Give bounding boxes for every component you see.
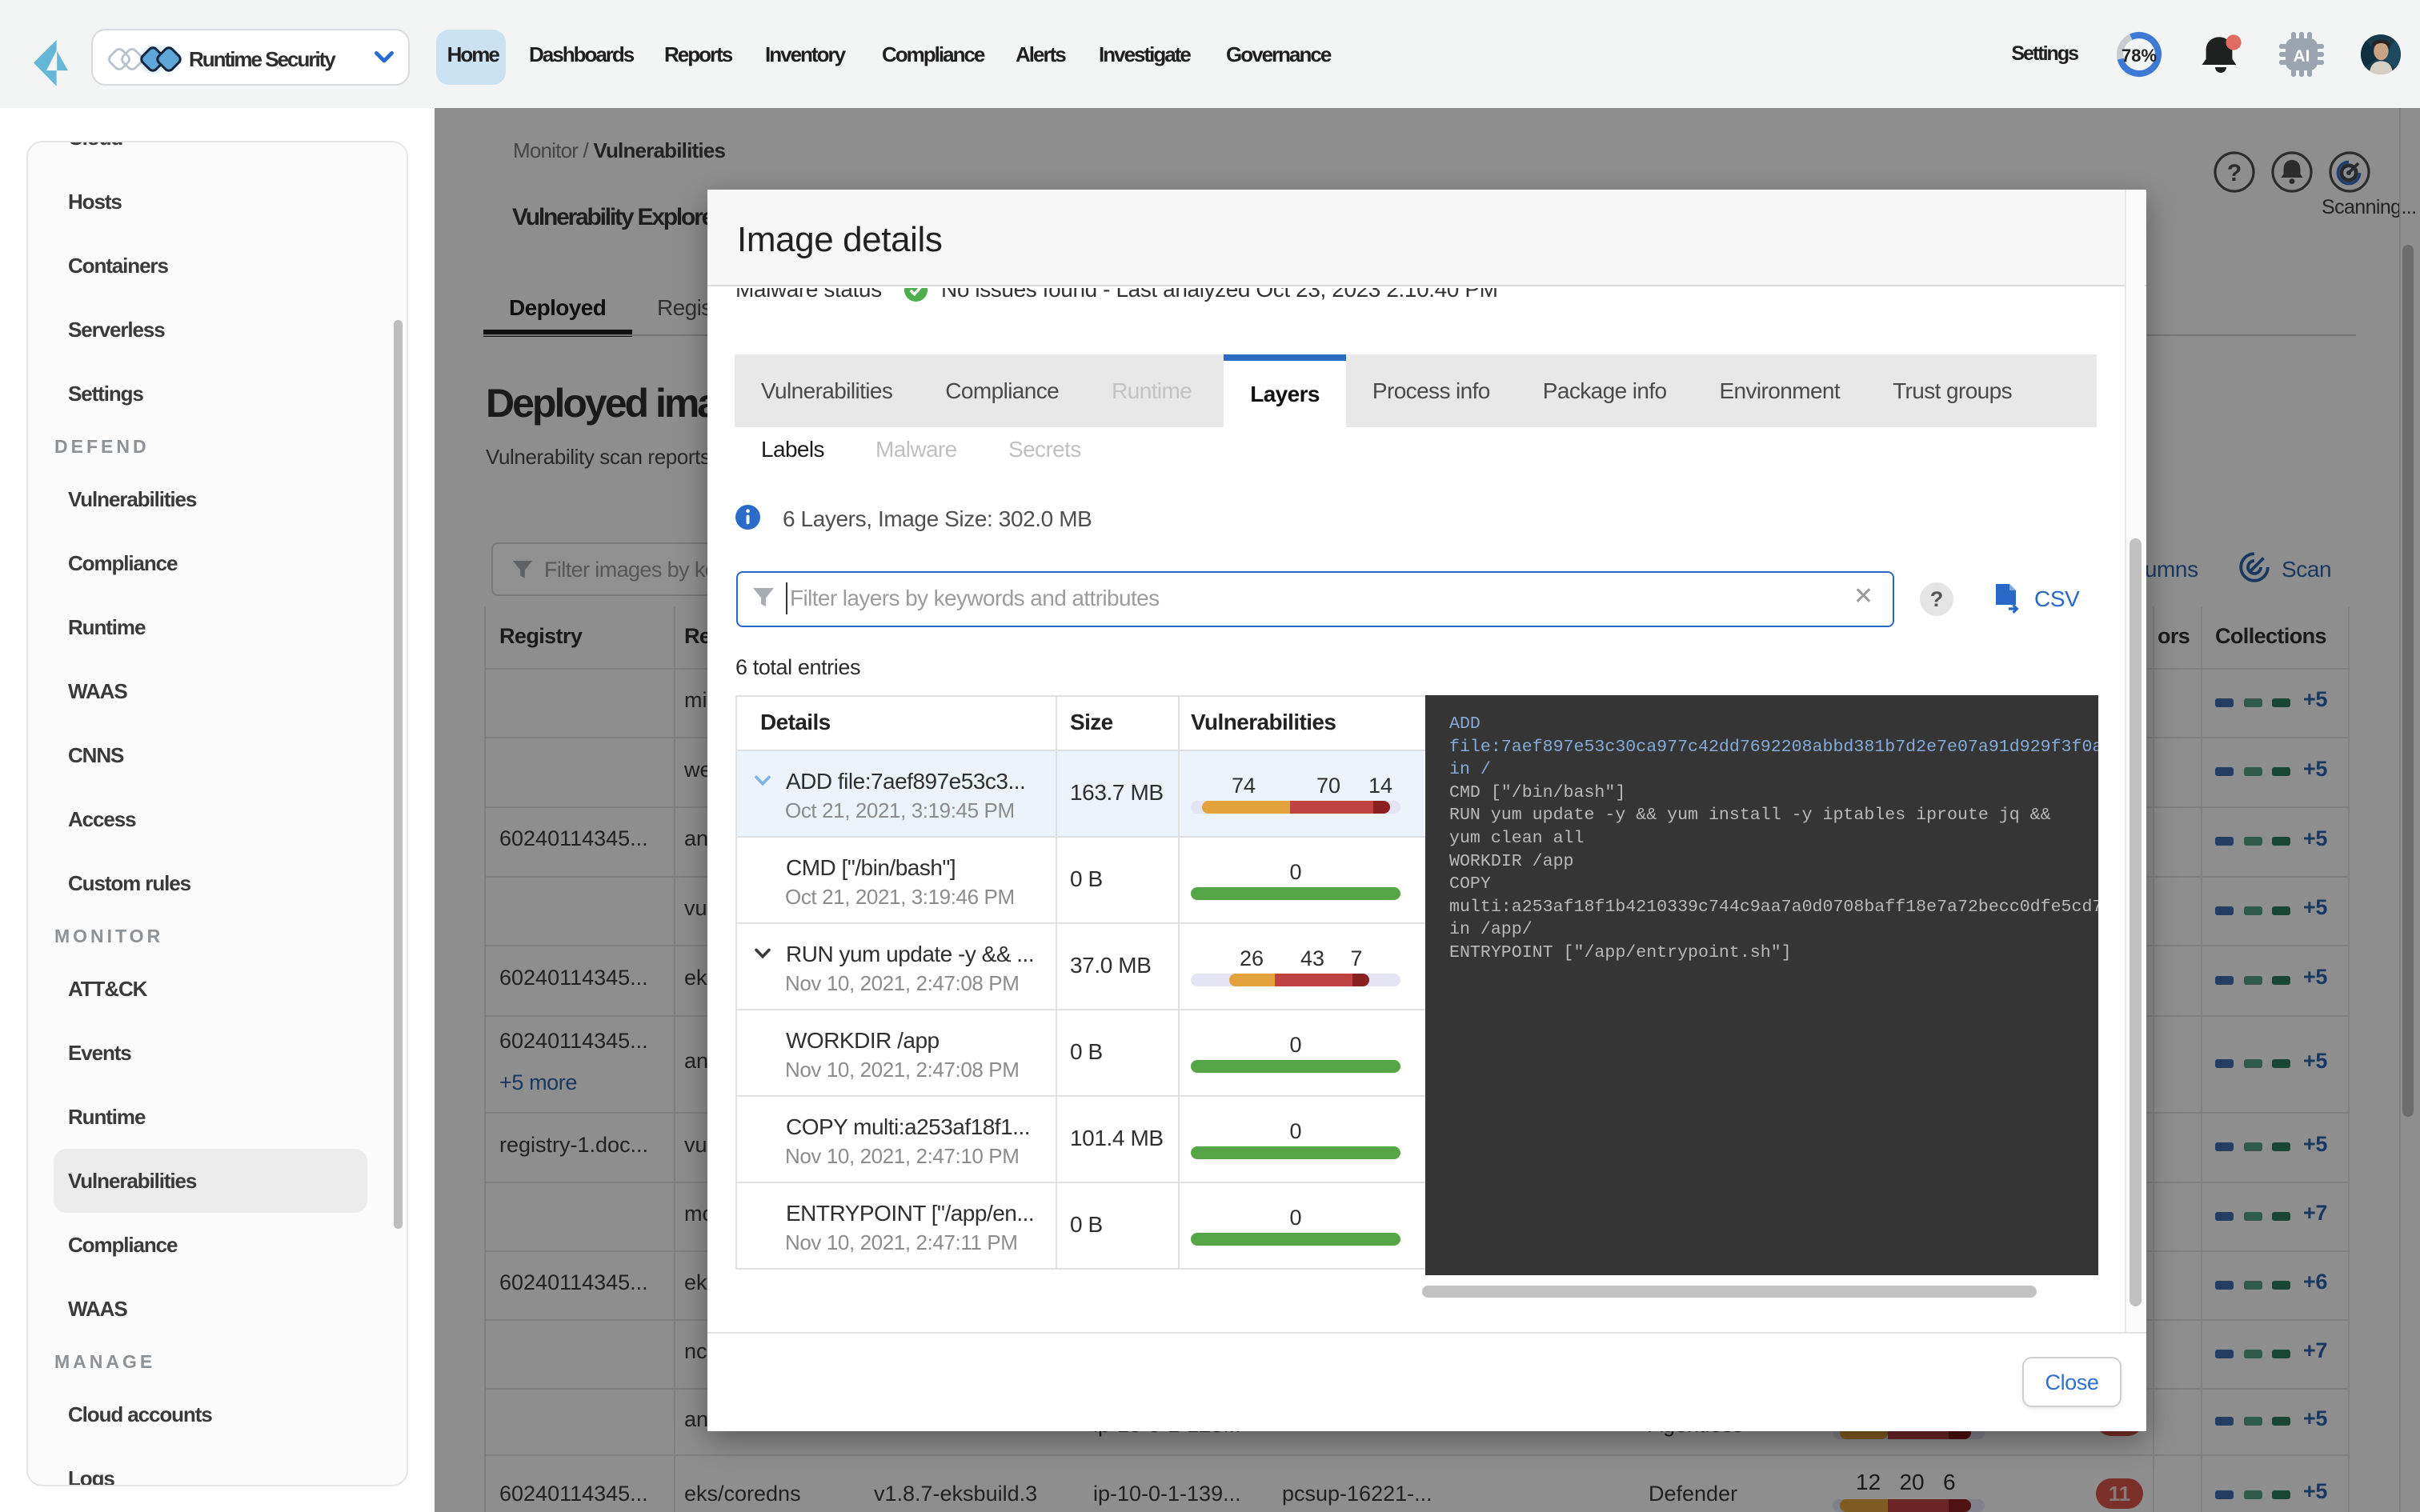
svg-text:78%: 78% bbox=[2122, 46, 2157, 66]
svg-text:AI: AI bbox=[2294, 47, 2310, 66]
